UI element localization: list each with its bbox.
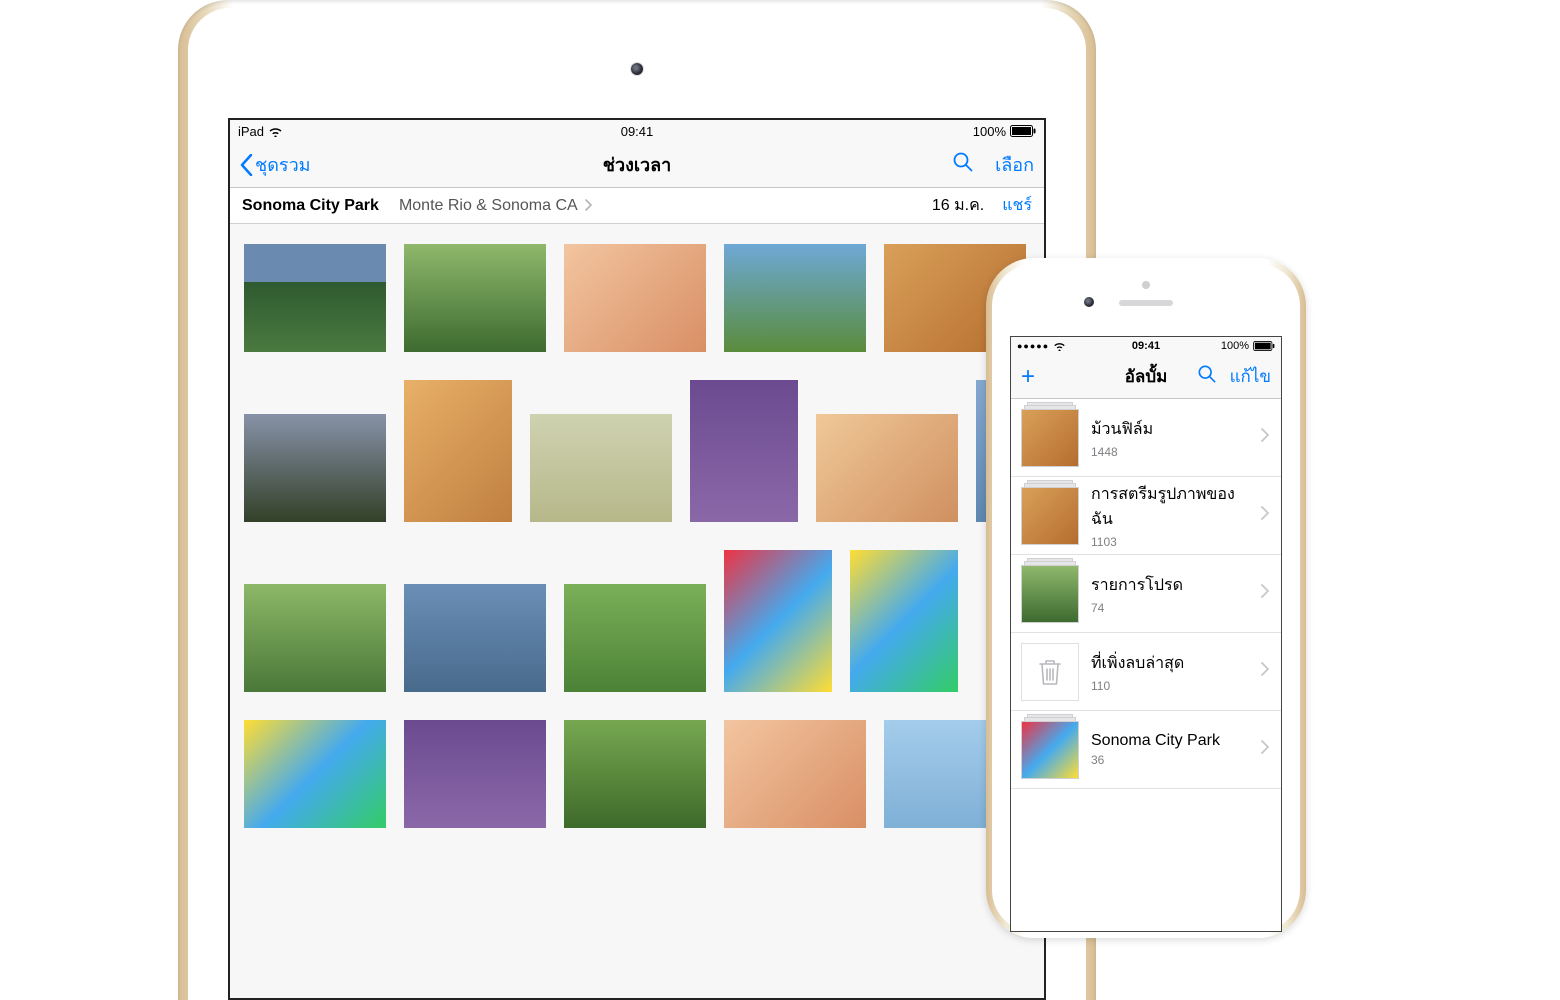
album-thumbnail xyxy=(1021,565,1079,623)
battery-percent: 100% xyxy=(1221,340,1249,352)
iphone-camera xyxy=(1084,297,1094,307)
iphone-device-frame: ●●●●● 09:41 100% + อัลบั้ม xyxy=(986,258,1306,938)
photo-thumbnail[interactable] xyxy=(244,414,386,522)
trash-icon xyxy=(1021,643,1079,701)
nav-title: ช่วงเวลา xyxy=(603,150,672,179)
location-subtitle[interactable]: Monte Rio & Sonoma CA xyxy=(399,197,592,215)
chevron-right-icon xyxy=(1261,740,1269,759)
chevron-left-icon xyxy=(240,154,253,176)
moment-date: 16 ม.ค. xyxy=(932,193,984,218)
location-title[interactable]: Sonoma City Park xyxy=(242,197,379,215)
ipad-status-bar: iPad 09:41 100% xyxy=(230,120,1044,142)
album-name: ที่เพิ่งลบล่าสุด xyxy=(1091,651,1249,676)
album-info: ม้วนฟิล์ม 1448 xyxy=(1091,417,1249,459)
photo-thumbnail[interactable] xyxy=(690,380,798,522)
device-label: iPad xyxy=(238,124,264,139)
photo-thumbnail[interactable] xyxy=(564,244,706,352)
select-button[interactable]: เลือก xyxy=(995,150,1034,179)
add-button[interactable]: + xyxy=(1021,363,1035,391)
album-row[interactable]: รายการโปรด 74 xyxy=(1011,555,1281,633)
chevron-right-icon xyxy=(1261,584,1269,603)
chevron-right-icon xyxy=(1261,428,1269,447)
chevron-right-icon xyxy=(1261,506,1269,525)
photo-thumbnail[interactable] xyxy=(564,720,706,828)
album-row[interactable]: ม้วนฟิล์ม 1448 xyxy=(1011,399,1281,477)
album-count: 74 xyxy=(1091,601,1249,615)
share-button[interactable]: แชร์ xyxy=(1002,193,1032,218)
battery-icon xyxy=(1253,341,1275,351)
photo-grid xyxy=(230,224,1044,848)
photo-thumbnail[interactable] xyxy=(724,550,832,692)
album-info: รายการโปรด 74 xyxy=(1091,573,1249,615)
back-label: ชุดรวม xyxy=(255,150,311,179)
photo-thumbnail[interactable] xyxy=(404,584,546,692)
photo-thumbnail[interactable] xyxy=(244,244,386,352)
ipad-device-frame: iPad 09:41 100% ชุดรวม xyxy=(178,0,1096,1000)
moment-header: Sonoma City Park Monte Rio & Sonoma CA 1… xyxy=(230,188,1044,224)
album-thumbnail xyxy=(1021,721,1079,779)
photo-thumbnail[interactable] xyxy=(816,414,958,522)
iphone-sensor xyxy=(1142,281,1150,289)
search-icon xyxy=(953,152,973,172)
search-button[interactable] xyxy=(953,152,973,177)
album-name: รายการโปรด xyxy=(1091,573,1249,598)
iphone-screen: ●●●●● 09:41 100% + อัลบั้ม xyxy=(1010,336,1282,932)
album-row[interactable]: การสตรีมรูปภาพของฉัน 1103 xyxy=(1011,477,1281,555)
photo-thumbnail[interactable] xyxy=(404,380,512,522)
wifi-icon xyxy=(1053,341,1066,351)
status-time: 09:41 xyxy=(621,124,654,139)
status-time: 09:41 xyxy=(1132,340,1160,352)
edit-button[interactable]: แก้ไข xyxy=(1230,363,1271,390)
battery-icon xyxy=(1010,125,1036,137)
album-count: 1103 xyxy=(1091,535,1249,549)
photo-thumbnail[interactable] xyxy=(530,414,672,522)
iphone-status-bar: ●●●●● 09:41 100% xyxy=(1011,337,1281,355)
album-count: 110 xyxy=(1091,679,1249,693)
album-name: การสตรีมรูปภาพของฉัน xyxy=(1091,482,1249,532)
album-info: ที่เพิ่งลบล่าสุด 110 xyxy=(1091,651,1249,693)
chevron-right-icon xyxy=(1261,662,1269,681)
photo-thumbnail[interactable] xyxy=(244,720,386,828)
album-thumbnail xyxy=(1021,487,1079,545)
album-count: 1448 xyxy=(1091,445,1249,459)
album-thumbnail xyxy=(1021,409,1079,467)
ipad-nav-bar: ชุดรวม ช่วงเวลา เลือก xyxy=(230,142,1044,188)
album-info: Sonoma City Park 36 xyxy=(1091,732,1249,767)
search-icon xyxy=(1198,365,1216,383)
wifi-icon xyxy=(268,126,283,137)
photo-thumbnail[interactable] xyxy=(404,720,546,828)
ipad-screen: iPad 09:41 100% ชุดรวม xyxy=(228,118,1046,1000)
album-count: 36 xyxy=(1091,753,1249,767)
signal-dots-icon: ●●●●● xyxy=(1017,342,1049,351)
iphone-nav-bar: + อัลบั้ม แก้ไข xyxy=(1011,355,1281,399)
photo-thumbnail[interactable] xyxy=(850,550,958,692)
album-info: การสตรีมรูปภาพของฉัน 1103 xyxy=(1091,482,1249,549)
location-subtitle-text: Monte Rio & Sonoma CA xyxy=(399,197,577,214)
album-list: ม้วนฟิล์ม 1448 การสตรีมรูปภาพของฉัน 1103 ราย… xyxy=(1011,399,1281,789)
photo-thumbnail[interactable] xyxy=(404,244,546,352)
battery-percent: 100% xyxy=(973,124,1006,139)
nav-title: อัลบั้ม xyxy=(1125,363,1168,390)
album-name: ม้วนฟิล์ม xyxy=(1091,417,1249,442)
album-row[interactable]: ที่เพิ่งลบล่าสุด 110 xyxy=(1011,633,1281,711)
album-name: Sonoma City Park xyxy=(1091,732,1249,750)
chevron-right-icon xyxy=(585,199,592,211)
photo-thumbnail[interactable] xyxy=(244,584,386,692)
back-button[interactable]: ชุดรวม xyxy=(240,150,311,179)
photo-thumbnail[interactable] xyxy=(564,584,706,692)
search-button[interactable] xyxy=(1198,365,1216,388)
album-row[interactable]: Sonoma City Park 36 xyxy=(1011,711,1281,789)
photo-thumbnail[interactable] xyxy=(724,720,866,828)
photo-thumbnail[interactable] xyxy=(724,244,866,352)
iphone-speaker xyxy=(1119,300,1173,306)
ipad-camera xyxy=(631,63,643,75)
